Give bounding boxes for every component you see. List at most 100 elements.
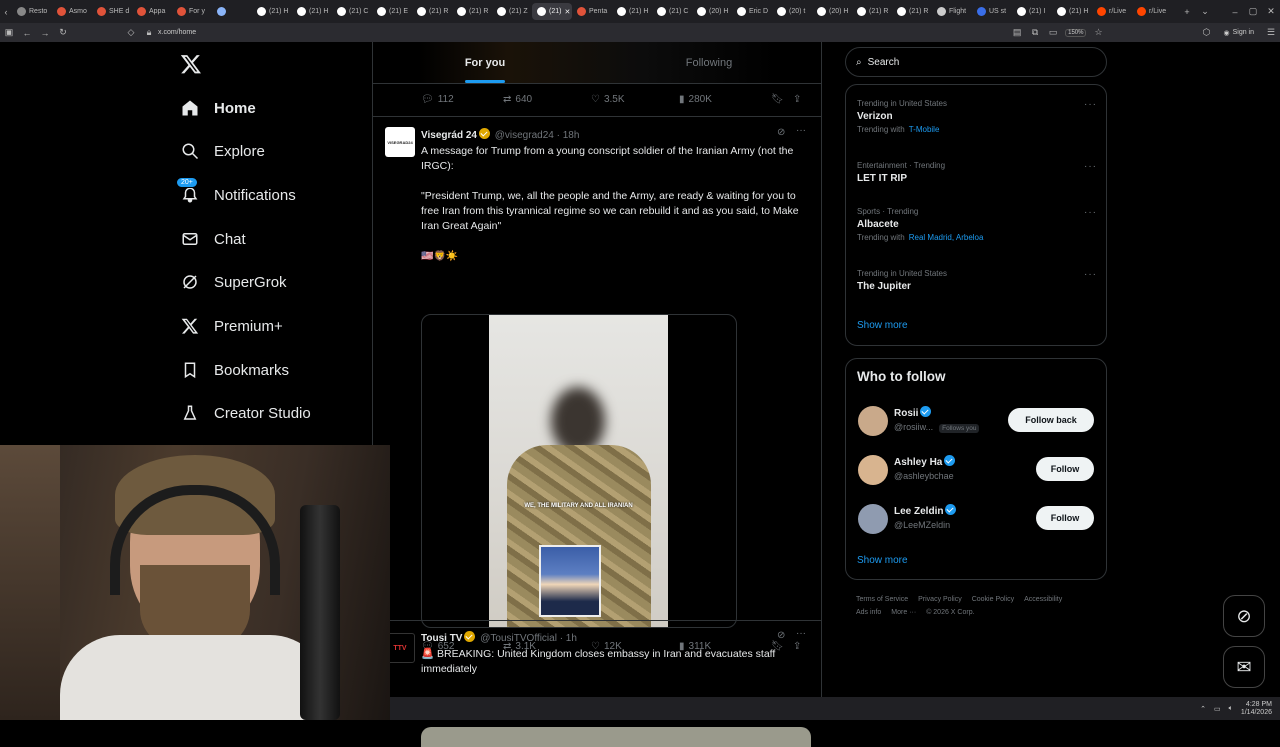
- bookmark-star-icon[interactable]: ☆: [1089, 27, 1107, 38]
- avatar[interactable]: VISEGRAD24: [385, 127, 415, 157]
- grok-float-button[interactable]: ⊘: [1223, 595, 1265, 637]
- close-window-button[interactable]: ✕: [1262, 6, 1280, 17]
- avatar[interactable]: [858, 504, 888, 534]
- reader-icon[interactable]: ▤: [1008, 27, 1026, 38]
- browser-tab[interactable]: (21) C: [652, 3, 692, 20]
- account-name[interactable]: Rosii: [894, 406, 932, 419]
- sidebar-toggle-icon[interactable]: ▣: [0, 27, 18, 38]
- browser-tab[interactable]: (21) R: [892, 3, 932, 20]
- browser-tab[interactable]: (21) R: [852, 3, 892, 20]
- author-name[interactable]: Tousi TV: [421, 633, 462, 644]
- author-name[interactable]: Visegrád 24: [421, 130, 477, 141]
- more-icon[interactable]: ···: [1084, 207, 1097, 218]
- maximize-button[interactable]: ▢: [1244, 6, 1262, 17]
- minimize-button[interactable]: –: [1226, 7, 1244, 17]
- zoom-level[interactable]: 150%: [1065, 28, 1087, 37]
- forward-button[interactable]: →: [36, 28, 54, 38]
- follow-button[interactable]: Follow: [1036, 506, 1094, 530]
- messages-float-button[interactable]: ✉: [1223, 646, 1265, 688]
- like-button[interactable]: ♡ 3.5K: [591, 94, 679, 105]
- account-name[interactable]: Ashley Ha: [894, 455, 956, 468]
- search-box[interactable]: ⌕ Search: [845, 47, 1107, 77]
- new-tab-button[interactable]: +: [1178, 7, 1196, 17]
- browser-tab[interactable]: Asmo: [52, 3, 92, 20]
- more-icon[interactable]: ···: [796, 125, 806, 136]
- pip-icon[interactable]: ▭: [1044, 27, 1062, 38]
- grok-icon[interactable]: ⊘: [777, 630, 785, 641]
- avatar[interactable]: [858, 455, 888, 485]
- share-icon[interactable]: ⇪: [793, 94, 801, 105]
- browser-tab[interactable]: Penta: [572, 3, 612, 20]
- trend-item[interactable]: Entertainment · Trending LET IT RIP ···: [857, 161, 1097, 184]
- more-icon[interactable]: ···: [796, 628, 806, 639]
- post[interactable]: VISEGRAD24 Visegrád 24 @visegrad24 · 18h…: [373, 117, 821, 652]
- trend-item[interactable]: Trending in United States Verizon Trending…: [857, 99, 1097, 134]
- reply-button[interactable]: 💬︎ 112: [421, 94, 503, 105]
- browser-tab[interactable]: Appa: [132, 3, 172, 20]
- follow-suggestion[interactable]: Lee Zeldin @LeeMZeldin Follow: [846, 502, 1106, 536]
- account-name[interactable]: Lee Zeldin: [894, 504, 957, 517]
- footer-more[interactable]: More ···: [891, 609, 916, 616]
- browser-tab[interactable]: (21) H: [1052, 3, 1092, 20]
- account-handle[interactable]: @LeeMZeldin: [894, 520, 950, 530]
- shield-icon[interactable]: ◇: [122, 27, 140, 38]
- follow-back-button[interactable]: Follow back: [1008, 408, 1094, 432]
- browser-tab[interactable]: Flight: [932, 3, 972, 20]
- extensions-icon[interactable]: ⬡: [1197, 27, 1215, 38]
- footer-cookie[interactable]: Cookie Policy: [972, 596, 1014, 603]
- browser-tab[interactable]: SHE d: [92, 3, 132, 20]
- browser-tab[interactable]: (21) H: [252, 3, 292, 20]
- tray-clock[interactable]: 4:28 PM 1/14/2026: [1241, 701, 1272, 717]
- browser-tab[interactable]: Eric D: [732, 3, 772, 20]
- trend-context-link[interactable]: T-Mobile: [909, 125, 940, 134]
- browser-tab[interactable]: r/Live: [1132, 3, 1172, 20]
- tray-network-icon[interactable]: ▭: [1214, 705, 1221, 713]
- nav-item-chat[interactable]: Chat: [180, 229, 246, 249]
- x-logo-icon[interactable]: [180, 53, 202, 75]
- nav-item-supergrok[interactable]: SuperGrok: [180, 272, 287, 292]
- reload-button[interactable]: ↻: [54, 27, 72, 38]
- follow-suggestion[interactable]: Ashley Ha @ashleybchae Follow: [846, 453, 1106, 487]
- more-icon[interactable]: ···: [1084, 99, 1097, 110]
- screenshot-icon[interactable]: ⧉: [1026, 27, 1044, 38]
- author-handle[interactable]: @visegrad24: [495, 130, 554, 141]
- tab-following[interactable]: Following: [597, 42, 821, 83]
- views-button[interactable]: ▮ 280K: [679, 94, 771, 105]
- footer-privacy[interactable]: Privacy Policy: [918, 596, 962, 603]
- browser-tab[interactable]: (21) C: [332, 3, 372, 20]
- browser-tab[interactable]: (21) R: [412, 3, 452, 20]
- bookmark-icon[interactable]: 🔖︎: [771, 94, 793, 105]
- browser-tab[interactable]: (21) Z: [492, 3, 532, 20]
- browser-tab[interactable]: For y: [172, 3, 212, 20]
- signin-button[interactable]: ◉ Sign in: [1223, 29, 1254, 37]
- browser-tab[interactable]: (20) t: [772, 3, 812, 20]
- post-time[interactable]: · 18h: [557, 130, 580, 141]
- back-button[interactable]: ←: [18, 28, 36, 38]
- show-more-link[interactable]: Show more: [857, 320, 908, 331]
- follow-button[interactable]: Follow: [1036, 457, 1094, 481]
- trend-item[interactable]: Trending in United States The Jupiter ···: [857, 269, 1097, 292]
- account-handle[interactable]: @ashleybchae: [894, 471, 954, 481]
- tab-for-you[interactable]: For you: [373, 42, 597, 83]
- tab-menu-icon[interactable]: ‹: [0, 7, 12, 17]
- close-tab-icon[interactable]: ✕: [564, 8, 570, 16]
- avatar[interactable]: [858, 406, 888, 436]
- media-preview[interactable]: [421, 727, 811, 747]
- more-icon[interactable]: ···: [1084, 269, 1097, 280]
- browser-tab[interactable]: US st: [972, 3, 1012, 20]
- grok-icon[interactable]: ⊘: [777, 127, 785, 138]
- nav-item-explore[interactable]: Explore: [180, 141, 265, 161]
- author-handle[interactable]: @TousiTVOfficial: [480, 633, 557, 644]
- footer-terms[interactable]: Terms of Service: [856, 596, 908, 603]
- nav-item-home[interactable]: Home: [180, 98, 256, 118]
- browser-tab[interactable]: (21) H: [292, 3, 332, 20]
- more-icon[interactable]: ···: [1084, 161, 1097, 172]
- footer-accessibility[interactable]: Accessibility: [1024, 596, 1062, 603]
- browser-tab[interactable]: (21) H: [612, 3, 652, 20]
- account-handle[interactable]: @rosiiw...: [894, 422, 933, 432]
- browser-tab[interactable]: (21) ✕: [532, 3, 572, 20]
- post-time[interactable]: · 1h: [560, 633, 577, 644]
- footer-ads[interactable]: Ads info: [856, 609, 881, 616]
- menu-icon[interactable]: ☰: [1262, 27, 1280, 38]
- tab-list-icon[interactable]: ⌄: [1196, 6, 1214, 17]
